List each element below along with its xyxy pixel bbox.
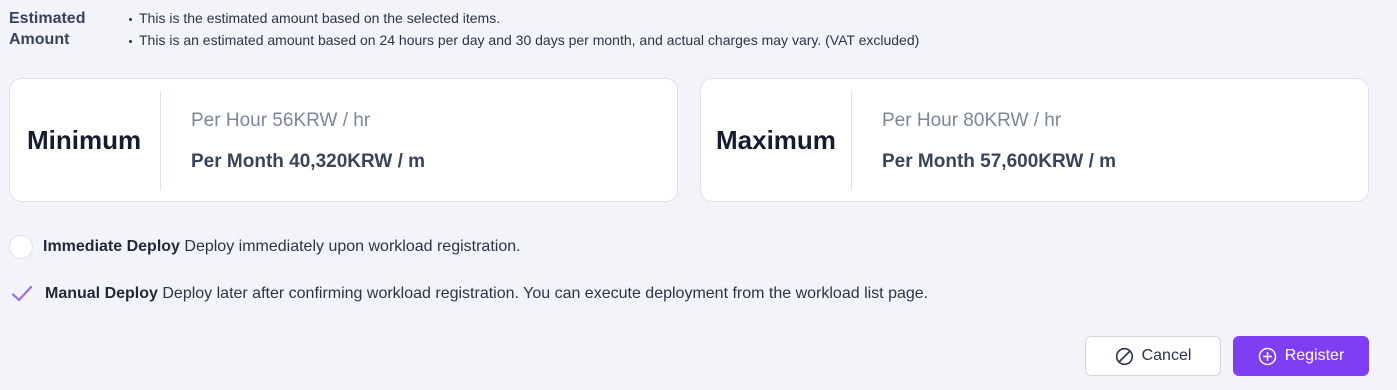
- maximum-per-hour: Per Hour 80KRW / hr: [882, 110, 1062, 131]
- minimum-price-card: Minimum Per Hour 56KRW / hr Per Month 40…: [9, 78, 678, 202]
- manual-deploy-option[interactable]: Manual Deploy Deploy later after confirm…: [9, 281, 928, 307]
- immediate-deploy-name: Immediate Deploy: [43, 238, 180, 255]
- register-label: Register: [1284, 347, 1345, 364]
- estimate-note: This is the estimated amount based on th…: [128, 7, 919, 29]
- maximum-price-card: Maximum Per Hour 80KRW / hr Per Month 57…: [700, 78, 1369, 202]
- minimum-title: Minimum: [27, 125, 142, 155]
- immediate-deploy-text: Immediate Deploy Deploy immediately upon…: [43, 238, 521, 256]
- minimum-per-month: Per Month 40,320KRW / m: [191, 151, 426, 172]
- immediate-deploy-option[interactable]: Immediate Deploy Deploy immediately upon…: [9, 234, 521, 260]
- estimated-amount-label: Estimated Amount: [9, 10, 86, 48]
- manual-deploy-description: Deploy later after confirming workload r…: [162, 285, 929, 302]
- manual-deploy-text: Manual Deploy Deploy later after confirm…: [45, 285, 928, 303]
- check-icon[interactable]: [9, 282, 35, 306]
- immediate-deploy-description: Deploy immediately upon workload registr…: [184, 238, 521, 255]
- cancel-label: Cancel: [1141, 347, 1192, 364]
- maximum-per-month: Per Month 57,600KRW / m: [882, 151, 1117, 172]
- card-divider: [851, 91, 852, 190]
- maximum-title: Maximum: [716, 125, 836, 155]
- cancel-button[interactable]: Cancel: [1085, 336, 1221, 376]
- estimate-note: This is an estimated amount based on 24 …: [128, 29, 919, 51]
- cancel-circle-slash-icon: [1115, 347, 1134, 366]
- card-divider: [160, 91, 161, 190]
- plus-circle-icon: [1258, 347, 1277, 366]
- minimum-per-hour: Per Hour 56KRW / hr: [191, 110, 371, 131]
- manual-deploy-name: Manual Deploy: [45, 285, 158, 302]
- immediate-deploy-radio[interactable]: [9, 235, 33, 259]
- estimated-amount-notes: This is the estimated amount based on th…: [128, 7, 919, 51]
- register-button[interactable]: Register: [1233, 336, 1369, 376]
